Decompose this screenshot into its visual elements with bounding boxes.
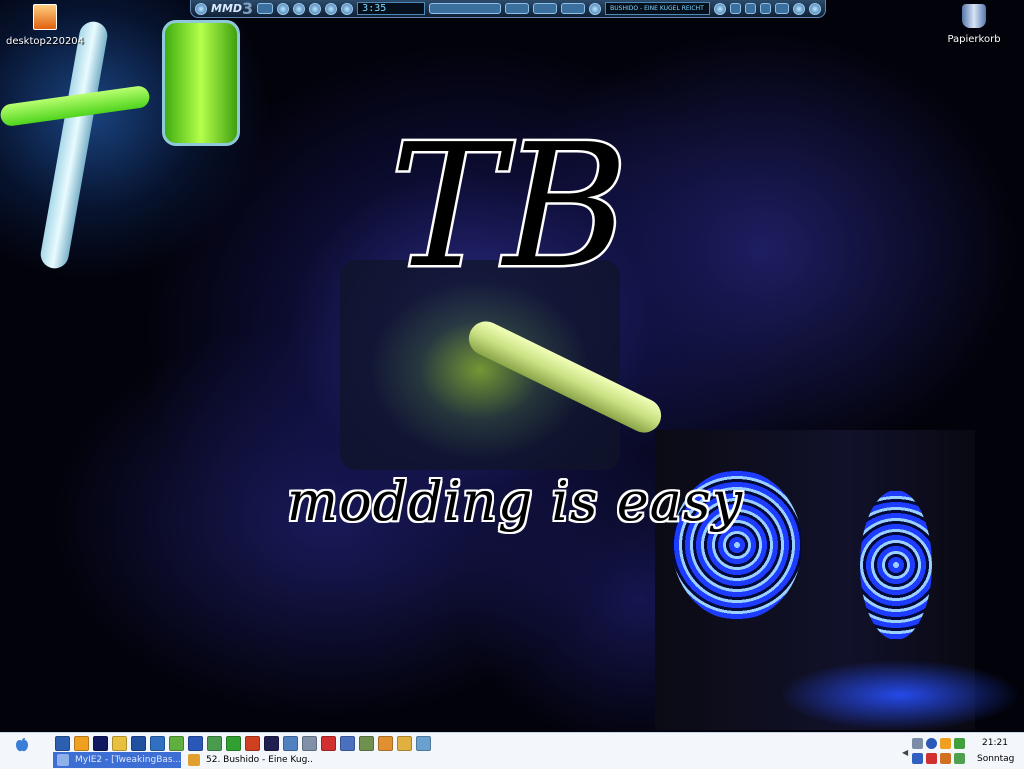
quicklaunch-image-icon[interactable] [359,736,374,751]
tray-network-icon[interactable] [912,738,923,749]
task-button-bushido[interactable]: 52. Bushido - Eine Kug... [184,752,312,768]
quicklaunch-media-icon[interactable] [378,736,393,751]
desktop-icon-label: desktop220204 [5,36,85,47]
player-eject-icon[interactable] [714,2,727,15]
tray-app-icon[interactable] [954,738,965,749]
tray-messenger-icon[interactable] [926,738,937,749]
music-file-icon [188,754,200,766]
player-next-icon[interactable] [341,2,354,15]
desktop-wallpaper: TB modding is easy [0,0,1024,732]
task-list: MyIE2 - [TweakingBas... 52. Bushido - Ei… [53,752,312,768]
wallpaper-blue-glow [780,660,1020,730]
quicklaunch-computer-icon[interactable] [55,736,70,751]
wallpaper-tb-logo: TB [380,105,631,309]
quicklaunch-chat-icon[interactable] [207,736,222,751]
desktop-icon-label: Papierkorb [947,34,1001,45]
wallpaper-reservoir [162,20,240,146]
quicklaunch-puzzle-icon[interactable] [416,736,431,751]
player-stop-icon[interactable] [325,2,338,15]
tray-tool-icon[interactable] [940,753,951,764]
player-minimize-icon[interactable] [793,2,806,15]
wallpaper-motto: modding is easy [286,470,744,533]
logo-text: TB [390,108,628,285]
player-menu-button[interactable] [195,2,207,15]
task-label: 52. Bushido - Eine Kug... [206,755,312,765]
player-option-button[interactable] [745,3,757,14]
player-time-display: 3:35 [357,2,426,15]
browser-window-icon [57,754,69,766]
tray-alert-icon[interactable] [926,753,937,764]
player-repeat-button[interactable] [533,3,558,14]
apple-start-icon[interactable] [14,737,30,753]
quicklaunch-clover-icon[interactable] [226,736,241,751]
image-file-icon [33,4,57,30]
quicklaunch-messenger-icon[interactable] [188,736,203,751]
taskbar: MyIE2 - [TweakingBas... 52. Bushido - Ei… [0,732,1024,769]
task-button-myie2[interactable]: MyIE2 - [TweakingBas... [53,752,181,768]
quicklaunch-mail-icon[interactable] [112,736,127,751]
system-tray: ◀ 21:21 Sonntag [900,736,1024,768]
tray-aim-icon[interactable] [940,738,951,749]
recycle-bin-icon [962,4,986,28]
clock-time[interactable]: 21:21 [982,738,1008,748]
desktop-icon-recycle-bin[interactable]: Papierkorb [934,4,1014,45]
player-play-icon[interactable] [293,2,306,15]
player-pause-icon[interactable] [309,2,322,15]
quicklaunch-tool-icon[interactable] [302,736,317,751]
player-prev-icon[interactable] [277,2,290,15]
desktop-icon-desktop220204[interactable]: desktop220204 [5,4,85,47]
quicklaunch-terminal-icon[interactable] [93,736,108,751]
player-cycle-button[interactable] [561,3,586,14]
player-open-button[interactable] [257,3,274,14]
quicklaunch-aim-icon[interactable] [74,736,89,751]
player-option-button[interactable] [775,3,790,14]
player-option-button[interactable] [730,3,742,14]
quicklaunch-music-icon[interactable] [169,736,184,751]
quicklaunch-app-icon[interactable] [264,736,279,751]
wallpaper-blue-fan-side [860,490,932,640]
media-player-bar[interactable]: MMD 3 3:35 BUSHIDO - EINE KUGEL REICHT [190,0,826,18]
player-playlist-icon[interactable] [589,2,602,15]
quicklaunch-ftp-icon[interactable] [131,736,146,751]
quicklaunch-opera-icon[interactable] [321,736,336,751]
player-logo: MMD [211,2,243,15]
quicklaunch-edit-icon[interactable] [397,736,412,751]
quicklaunch-mail-client-icon[interactable] [245,736,260,751]
tray-expand-icon[interactable]: ◀ [902,748,908,757]
player-version: 3 [242,0,254,18]
player-track-title: BUSHIDO - EINE KUGEL REICHT [605,2,711,15]
quick-launch-bar [55,736,431,751]
player-option-button[interactable] [760,3,772,14]
quicklaunch-network-icon[interactable] [150,736,165,751]
quicklaunch-link-icon[interactable] [283,736,298,751]
tray-user-icon[interactable] [912,753,923,764]
player-volume-slider[interactable] [429,3,502,14]
tray-buddy-icon[interactable] [954,753,965,764]
player-shuffle-button[interactable] [505,3,530,14]
quicklaunch-tb-icon[interactable] [340,736,355,751]
task-label: MyIE2 - [TweakingBas... [75,755,181,765]
clock-day: Sonntag [977,754,1015,764]
player-close-icon[interactable] [809,2,822,15]
